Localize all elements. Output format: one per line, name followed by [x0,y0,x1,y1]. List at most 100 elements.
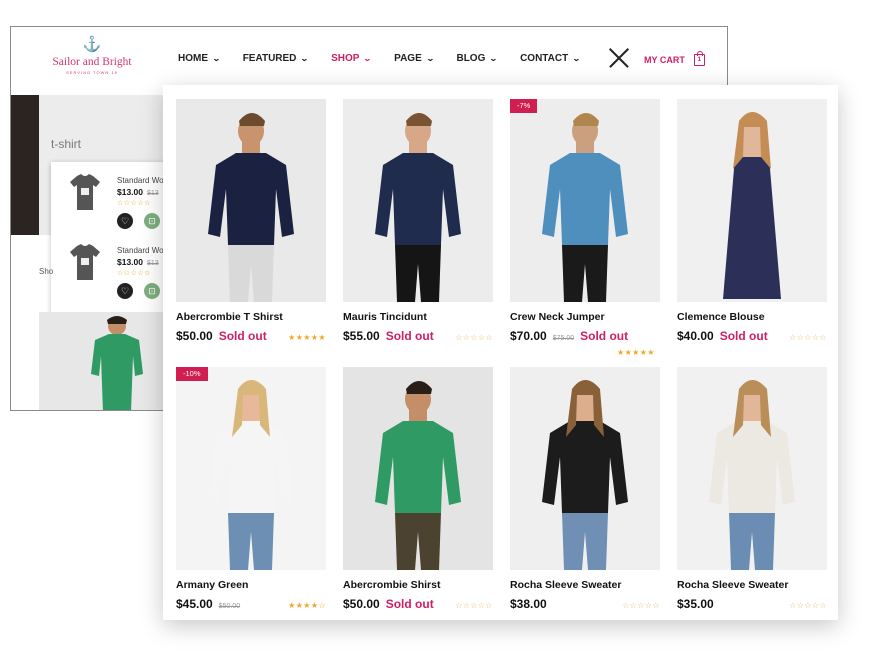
product-card[interactable]: Clemence Blouse $40.00 Sold out ☆☆☆☆☆ [677,99,827,369]
chevron-down-icon: ⌄ [489,54,499,63]
product-price: $50.00 Sold out [343,597,434,611]
brand-logo[interactable]: ⚓ Sailor and Bright SERVING TOWN 19 [47,36,137,76]
model-image [375,381,461,570]
price-value: $38.00 [510,597,547,611]
chevron-down-icon: ⌄ [363,54,373,63]
rating-stars: ☆☆☆☆☆ [455,601,493,610]
tshirt-thumbnail-icon [70,174,100,210]
main-nav: HOME ⌄ FEATURED ⌄ SHOP ⌄ PAGE ⌄ BLOG ⌄ CONTAC… [178,53,603,64]
product-card[interactable]: Rocha Sleeve Sweater $35.00 ☆☆☆☆☆ [677,367,827,637]
product-photo[interactable] [510,367,660,570]
product-grid: Abercrombie T Shirst $50.00 Sold out ★★★★★ M… [163,85,838,620]
hero-dark-band [11,95,39,235]
nav-label: BLOG [456,53,486,64]
rating-stars: ★★★★☆ [288,601,326,610]
product-name[interactable]: Rocha Sleeve Sweater [677,579,788,591]
price-value: $13.00 [117,257,143,267]
product-price: $38.00 [510,597,547,611]
product-photo[interactable]: -7% [510,99,660,302]
category-title: t-shirt [51,137,81,151]
add-to-cart-icon[interactable]: ⊡ [144,283,160,299]
product-card[interactable]: Mauris Tincidunt $55.00 Sold out ☆☆☆☆☆ [343,99,493,369]
brand-name: Sailor and Bright [52,56,132,68]
mini-cart-item-name[interactable]: Standard Wo [117,246,164,255]
model-image [91,316,143,410]
sidebar-label: Sho [39,267,54,276]
product-name[interactable]: Abercrombie T Shirst [176,311,283,323]
rating-stars: ☆☆☆☆☆ [455,333,493,342]
product-photo[interactable]: -10% [176,367,326,570]
product-card[interactable]: Abercrombie Shirst $50.00 Sold out ☆☆☆☆☆ [343,367,493,637]
wishlist-heart-icon[interactable]: ♡ [117,213,133,229]
product-name[interactable]: Mauris Tincidunt [343,311,427,323]
old-price: $75.00 [552,335,575,342]
product-name[interactable]: Clemence Blouse [677,311,765,323]
product-name[interactable]: Crew Neck Jumper [510,311,605,323]
product-photo[interactable] [176,99,326,302]
rating-stars: ☆☆☆☆☆ [789,333,827,342]
price-value: $55.00 [343,329,380,343]
product-card[interactable]: -10% Armany Green $45.00 $50.00 ★★★★☆ [176,367,326,637]
model-image [542,113,628,302]
model-image [208,113,294,302]
chevron-down-icon: ⌄ [300,54,310,63]
product-photo[interactable] [343,99,493,302]
sold-out-label: Sold out [385,329,434,343]
rating-stars: ☆☆☆☆☆ [789,601,827,610]
model-image [542,380,628,570]
nav-label: SHOP [331,53,360,64]
product-card[interactable]: -7% Crew Neck Jumper $70.00 $75.00 Sold out ★… [510,99,660,369]
product-card[interactable]: Abercrombie T Shirst $50.00 Sold out ★★★★★ [176,99,326,369]
featured-product-photo[interactable] [39,312,179,410]
rating-stars: ★★★★★ [288,333,326,342]
my-cart-link[interactable]: MY CART 1 [644,51,705,66]
old-price: $50.00 [218,603,241,610]
product-photo[interactable] [677,99,827,302]
nav-page[interactable]: PAGE ⌄ [394,53,435,64]
product-photo[interactable] [677,367,827,570]
add-to-cart-icon[interactable]: ⊡ [144,213,160,229]
sold-out-label: Sold out [580,329,629,343]
nav-shop[interactable]: SHOP ⌄ [331,53,373,64]
discount-badge: -7% [510,99,538,113]
mini-cart-item-price: $13.00 $13 [117,187,159,197]
rating-stars: ☆☆☆☆☆ [117,200,151,207]
product-name[interactable]: Rocha Sleeve Sweater [510,579,621,591]
close-icon[interactable] [608,47,630,69]
model-image [709,380,795,570]
nav-blog[interactable]: BLOG ⌄ [456,53,499,64]
nav-featured[interactable]: FEATURED ⌄ [242,53,310,64]
chevron-down-icon: ⌄ [211,54,221,63]
old-price: $13 [147,190,159,197]
my-cart-label: MY CART [644,55,685,65]
product-price: $40.00 Sold out [677,329,768,343]
product-photo[interactable] [343,367,493,570]
shopping-bag-icon: 1 [693,51,705,66]
rating-stars: ☆☆☆☆☆ [117,270,151,277]
mini-cart-item-price: $13.00 $13 [117,257,159,267]
anchor-icon: ⚓ [82,36,102,53]
rating-stars: ☆☆☆☆☆ [622,601,660,610]
nav-contact[interactable]: CONTACT ⌄ [520,53,581,64]
price-value: $70.00 [510,329,547,343]
product-price: $70.00 $75.00 Sold out [510,329,628,343]
price-value: $50.00 [176,329,213,343]
sold-out-label: Sold out [218,329,267,343]
chevron-down-icon: ⌄ [425,54,435,63]
model-image [723,112,781,299]
model-image [208,380,294,570]
nav-label: FEATURED [242,53,297,64]
wishlist-heart-icon[interactable]: ♡ [117,283,133,299]
tshirt-thumbnail-icon [70,244,100,280]
price-value: $50.00 [343,597,380,611]
brand-tagline: SERVING TOWN 19 [66,70,118,75]
product-price: $55.00 Sold out [343,329,434,343]
product-name[interactable]: Abercrombie Shirst [343,579,440,591]
nav-label: CONTACT [520,53,569,64]
nav-home[interactable]: HOME ⌄ [178,53,221,64]
product-card[interactable]: Rocha Sleeve Sweater $38.00 ☆☆☆☆☆ [510,367,660,637]
sold-out-label: Sold out [385,597,434,611]
mini-cart-item-name[interactable]: Standard Wo [117,176,164,185]
product-name[interactable]: Armany Green [176,579,248,591]
product-price: $50.00 Sold out [176,329,267,343]
